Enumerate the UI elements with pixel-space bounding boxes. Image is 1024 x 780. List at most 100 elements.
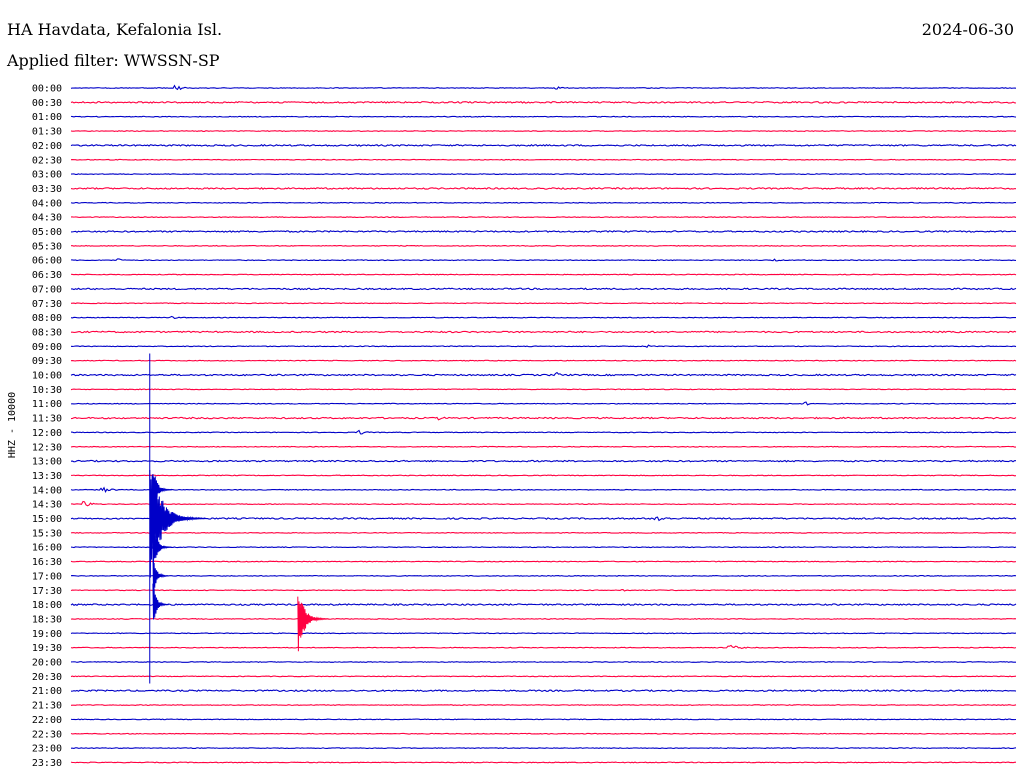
row-time-labels: 00:00 00:30 01:00 01:30 02:00 02:30 03:00 03:30…	[32, 84, 62, 769]
row-time-label: 05:00	[32, 227, 62, 238]
row-time-label: 19:00	[32, 629, 62, 640]
row-time-label: 04:00	[32, 198, 62, 209]
helicorder-plot: 00:00 00:30 01:00 01:30 02:00 02:30 03:00 03:30…	[7, 84, 1017, 769]
row-time-label: 06:30	[32, 270, 62, 281]
row-time-label: 07:00	[32, 284, 62, 295]
earthquake-burst	[152, 549, 169, 594]
earthquake-burst	[152, 583, 169, 620]
seismogram-traces	[70, 84, 1017, 764]
row-time-label: 12:00	[32, 428, 62, 439]
trace-line	[70, 144, 1017, 147]
trace-line	[70, 371, 1017, 377]
row-time-label: 08:30	[32, 327, 62, 338]
trace-line	[70, 747, 1017, 750]
trace-line	[70, 589, 1017, 592]
trace-line	[70, 230, 1017, 233]
trace-line	[70, 546, 1017, 549]
row-time-label: 11:30	[32, 414, 62, 425]
trace-line	[70, 761, 1017, 764]
row-time-label: 15:00	[32, 514, 62, 525]
trace-line	[70, 359, 1017, 362]
trace-line	[70, 661, 1017, 663]
row-time-label: 02:30	[32, 155, 62, 166]
trace-line	[71, 474, 1017, 477]
trace-line	[70, 173, 1017, 176]
trace-line	[70, 201, 1017, 204]
trace-line	[70, 158, 1017, 161]
trace-line	[70, 644, 1017, 650]
row-time-label: 13:00	[32, 457, 62, 468]
trace-line	[70, 704, 1017, 706]
trace-line	[70, 429, 1017, 435]
row-time-label: 00:00	[32, 84, 62, 95]
row-time-label: 23:30	[32, 758, 62, 769]
trace-line	[70, 258, 1017, 262]
trace-line	[70, 732, 1017, 735]
row-time-label: 14:00	[32, 485, 62, 496]
trace-line	[70, 287, 1017, 291]
row-time-label: 12:30	[32, 442, 62, 453]
trace-line	[70, 531, 1017, 534]
trace-line	[70, 500, 1017, 507]
row-time-label: 10:30	[32, 385, 62, 396]
trace-line	[70, 618, 1017, 620]
row-time-label: 14:30	[32, 500, 62, 511]
trace-line	[70, 718, 1017, 721]
row-time-label: 17:00	[32, 571, 62, 582]
trace-line	[70, 330, 1017, 334]
trace-line	[70, 115, 1017, 118]
row-time-label: 19:30	[32, 643, 62, 654]
row-time-label: 02:00	[32, 141, 62, 152]
trace-line	[70, 315, 1017, 319]
trace-line	[70, 84, 1017, 91]
trace-line	[70, 273, 1017, 276]
row-time-label: 15:30	[32, 528, 62, 539]
row-time-label: 11:00	[32, 399, 62, 410]
row-time-label: 18:00	[32, 600, 62, 611]
channel-axis-label: HHZ - 10000	[7, 392, 18, 458]
trace-line	[70, 416, 1017, 421]
row-time-label: 17:30	[32, 586, 62, 597]
row-time-label: 09:00	[32, 342, 62, 353]
row-time-label: 21:30	[32, 701, 62, 712]
trace-line	[70, 130, 1017, 132]
row-time-label: 06:00	[32, 256, 62, 267]
row-time-label: 05:30	[32, 241, 62, 252]
trace-line	[70, 603, 1017, 607]
trace-line	[70, 445, 1017, 448]
trace-line	[70, 388, 1017, 391]
trace-line	[70, 216, 1017, 219]
trace-line	[70, 574, 1017, 577]
trace-line	[70, 459, 1017, 463]
row-time-label: 00:30	[32, 98, 62, 109]
row-time-label: 10:00	[32, 371, 62, 382]
row-time-label: 16:30	[32, 557, 62, 568]
trace-line	[70, 187, 1017, 190]
trace-line	[70, 689, 1017, 693]
trace-line	[70, 302, 1017, 305]
row-time-label: 22:00	[32, 715, 62, 726]
row-time-label: 04:30	[32, 213, 62, 224]
row-time-label: 18:30	[32, 614, 62, 625]
row-time-label: 22:30	[32, 729, 62, 740]
row-time-label: 20:30	[32, 672, 62, 683]
trace-line	[71, 244, 1017, 247]
trace-line	[70, 100, 1017, 104]
trace-line	[70, 516, 1017, 522]
trace-line	[70, 486, 1017, 493]
row-time-label: 21:00	[32, 686, 62, 697]
trace-line	[70, 560, 1017, 563]
row-time-label: 01:00	[32, 112, 62, 123]
row-time-label: 23:00	[32, 744, 62, 755]
trace-line	[70, 632, 1017, 635]
row-time-label: 13:30	[32, 471, 62, 482]
trace-line	[70, 344, 1017, 348]
row-time-label: 01:30	[32, 127, 62, 138]
row-time-label: 09:30	[32, 356, 62, 367]
row-time-label: 07:30	[32, 299, 62, 310]
row-time-label: 08:00	[32, 313, 62, 324]
trace-line	[70, 401, 1017, 406]
trace-line	[70, 675, 1017, 678]
row-time-label: 03:30	[32, 184, 62, 195]
row-time-label: 03:00	[32, 170, 62, 181]
